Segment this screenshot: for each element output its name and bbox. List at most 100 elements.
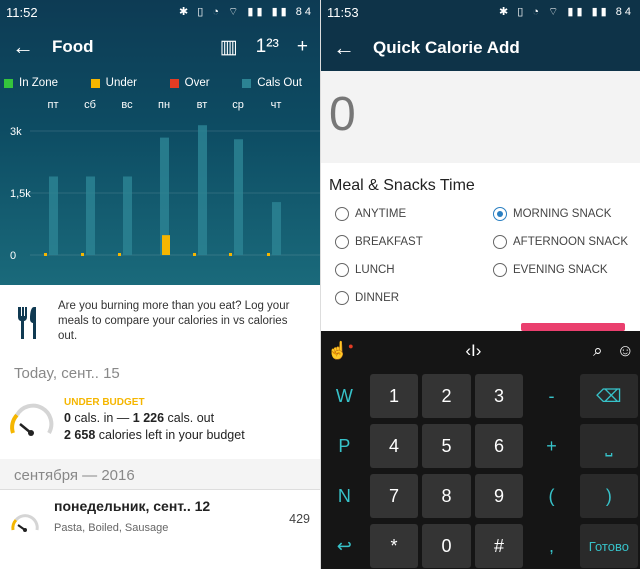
today-header: Today, сент.. 15 — [14, 365, 120, 382]
option-morning-snack[interactable]: MORNING SNACK — [493, 207, 633, 221]
key-plus[interactable]: + — [527, 424, 576, 468]
keyboard-row: ↩ * 0 # , Готово — [321, 521, 640, 569]
meal-time-title: Meal & Snacks Time — [329, 177, 475, 194]
y-tick-label: 1,5k — [10, 188, 31, 200]
food-header-area: 11:52 ✱ ▯ ◔ ⌔ ▮▮ ▮▮ 84 ← Food ▥ 1²³ + In… — [0, 0, 320, 285]
key-n[interactable]: N — [323, 474, 366, 518]
key-7[interactable]: 7 — [369, 474, 419, 518]
food-screen: 11:52 ✱ ▯ ◔ ⌔ ▮▮ ▮▮ 84 ← Food ▥ 1²³ + In… — [0, 0, 320, 569]
quick-calorie-add-screen: 11:53 ✱ ▯ ◔ ⌔ ▮▮ ▮▮ 84 ← Quick Calorie A… — [321, 0, 640, 569]
key-asterisk[interactable]: * — [369, 524, 419, 568]
x-tick-label: ср — [232, 99, 244, 111]
option-breakfast[interactable]: BREAKFAST — [335, 235, 493, 249]
key-comma[interactable]: , — [527, 524, 576, 568]
status-time: 11:53 — [327, 4, 359, 20]
key-0[interactable]: 0 — [422, 524, 471, 568]
under-dot — [81, 253, 84, 256]
key-8[interactable]: 8 — [422, 474, 471, 518]
cals-out-bar — [234, 139, 243, 255]
x-tick-label: пт — [48, 99, 59, 111]
day-foods: Pasta, Boiled, Sausage — [54, 522, 169, 534]
under-bar — [162, 235, 170, 255]
legend-in-zone: In Zone — [4, 77, 58, 89]
back-arrow-icon[interactable]: ← — [12, 34, 42, 60]
option-dinner[interactable]: DINNER — [335, 291, 493, 305]
keyboard-row: W 1 2 3 - ⌫ — [321, 371, 640, 421]
under-budget-label: UNDER BUDGET — [64, 397, 145, 408]
app-bar: ← Quick Calorie Add — [321, 24, 640, 71]
radio-icon — [335, 263, 349, 277]
under-dot — [229, 253, 232, 256]
search-icon[interactable]: ⌕ — [593, 341, 603, 361]
barcode-icon[interactable]: ▥ — [220, 36, 238, 59]
page-title: Food — [52, 37, 94, 56]
keyboard-logo-icon[interactable]: ☝● — [327, 341, 354, 361]
back-arrow-icon[interactable]: ← — [333, 35, 363, 61]
log-meals-prompt[interactable]: Are you burning more than you eat? Log y… — [0, 285, 320, 357]
keyboard-toolbar: ☝● ‹I› ⌕ ☺ — [321, 331, 640, 371]
calorie-chart[interactable]: пт сб вс пн вт ср чт 3k 1,5k 0 — [0, 95, 320, 285]
x-tick-label: пн — [158, 99, 170, 111]
radio-icon — [335, 235, 349, 249]
option-evening-snack[interactable]: EVENING SNACK — [493, 263, 633, 277]
key-4[interactable]: 4 — [369, 424, 419, 468]
key-1[interactable]: 1 — [369, 374, 419, 418]
day-entry[interactable]: понедельник, сент.. 12 Pasta, Boiled, Sa… — [0, 489, 320, 559]
radio-icon — [493, 263, 507, 277]
key-done[interactable]: Готово — [579, 524, 638, 568]
legend-under: Under — [90, 77, 137, 89]
fork-knife-icon — [14, 299, 44, 357]
status-bar: 11:52 ✱ ▯ ◔ ⌔ ▮▮ ▮▮ 84 — [0, 0, 320, 24]
calorie-amount-field[interactable]: 0 — [321, 71, 640, 163]
day-gauge-icon — [11, 514, 39, 532]
option-lunch[interactable]: LUNCH — [335, 263, 493, 277]
page-title: Quick Calorie Add — [373, 37, 520, 57]
cals-out-bar — [123, 176, 132, 255]
status-time: 11:52 — [6, 4, 38, 20]
option-afternoon-snack[interactable]: AFTERNOON SNACK — [493, 235, 633, 249]
emoji-icon[interactable]: ☺ — [617, 341, 634, 361]
key-return[interactable]: ↩ — [323, 524, 366, 568]
key-hash[interactable]: # — [474, 524, 524, 568]
cursor-move-icon[interactable]: ‹I› — [465, 341, 481, 361]
key-backspace[interactable]: ⌫ — [579, 374, 638, 418]
key-2[interactable]: 2 — [422, 374, 471, 418]
day-name: понедельник, сент.. 12 — [54, 498, 211, 514]
key-open-paren[interactable]: ( — [527, 474, 576, 518]
under-dot — [118, 253, 121, 256]
cals-in-out-line: 0 cals. in — 1 226 cals. out — [64, 411, 215, 425]
chart-legend: In Zone Under Over Cals Out — [0, 77, 320, 89]
under-dot — [193, 253, 196, 256]
key-9[interactable]: 9 — [474, 474, 524, 518]
under-dot — [267, 253, 270, 256]
radio-selected-icon — [493, 207, 507, 221]
radio-icon — [335, 207, 349, 221]
key-p[interactable]: P — [323, 424, 366, 468]
key-space[interactable]: ⎵ — [579, 424, 638, 468]
calories-left-line: 2 658 calories left in your budget — [64, 428, 245, 442]
legend-swatch — [90, 78, 100, 88]
add-icon[interactable]: + — [297, 36, 308, 58]
option-anytime[interactable]: ANYTIME — [335, 207, 493, 221]
legend-swatch — [4, 78, 13, 88]
x-tick-label: сб — [84, 99, 96, 111]
key-6[interactable]: 6 — [474, 424, 524, 468]
day-calories: 429 — [289, 512, 310, 526]
key-5[interactable]: 5 — [422, 424, 471, 468]
log-button[interactable] — [521, 323, 625, 331]
legend-swatch — [242, 78, 252, 88]
legend-cals-out: Cals Out — [242, 77, 302, 89]
cals-out-bar — [272, 202, 281, 255]
app-bar: ← Food ▥ 1²³ + — [0, 24, 320, 70]
key-minus[interactable]: - — [527, 374, 576, 418]
cals-out-bar — [49, 176, 58, 255]
legend-over: Over — [169, 77, 210, 89]
quick-add-icon[interactable]: 1²³ — [256, 36, 279, 58]
cals-out-bar — [86, 176, 95, 255]
numeric-keyboard: ☝● ‹I› ⌕ ☺ W 1 2 3 - ⌫ P 4 5 6 + ⎵ N 7 8 … — [321, 331, 640, 569]
key-3[interactable]: 3 — [474, 374, 524, 418]
key-close-paren[interactable]: ) — [579, 474, 638, 518]
budget-summary[interactable]: UNDER BUDGET 0 cals. in — 1 226 cals. ou… — [0, 387, 320, 459]
key-w[interactable]: W — [323, 374, 366, 418]
status-icons: ✱ ▯ ◔ ⌔ ▮▮ ▮▮ 84 — [498, 6, 634, 18]
